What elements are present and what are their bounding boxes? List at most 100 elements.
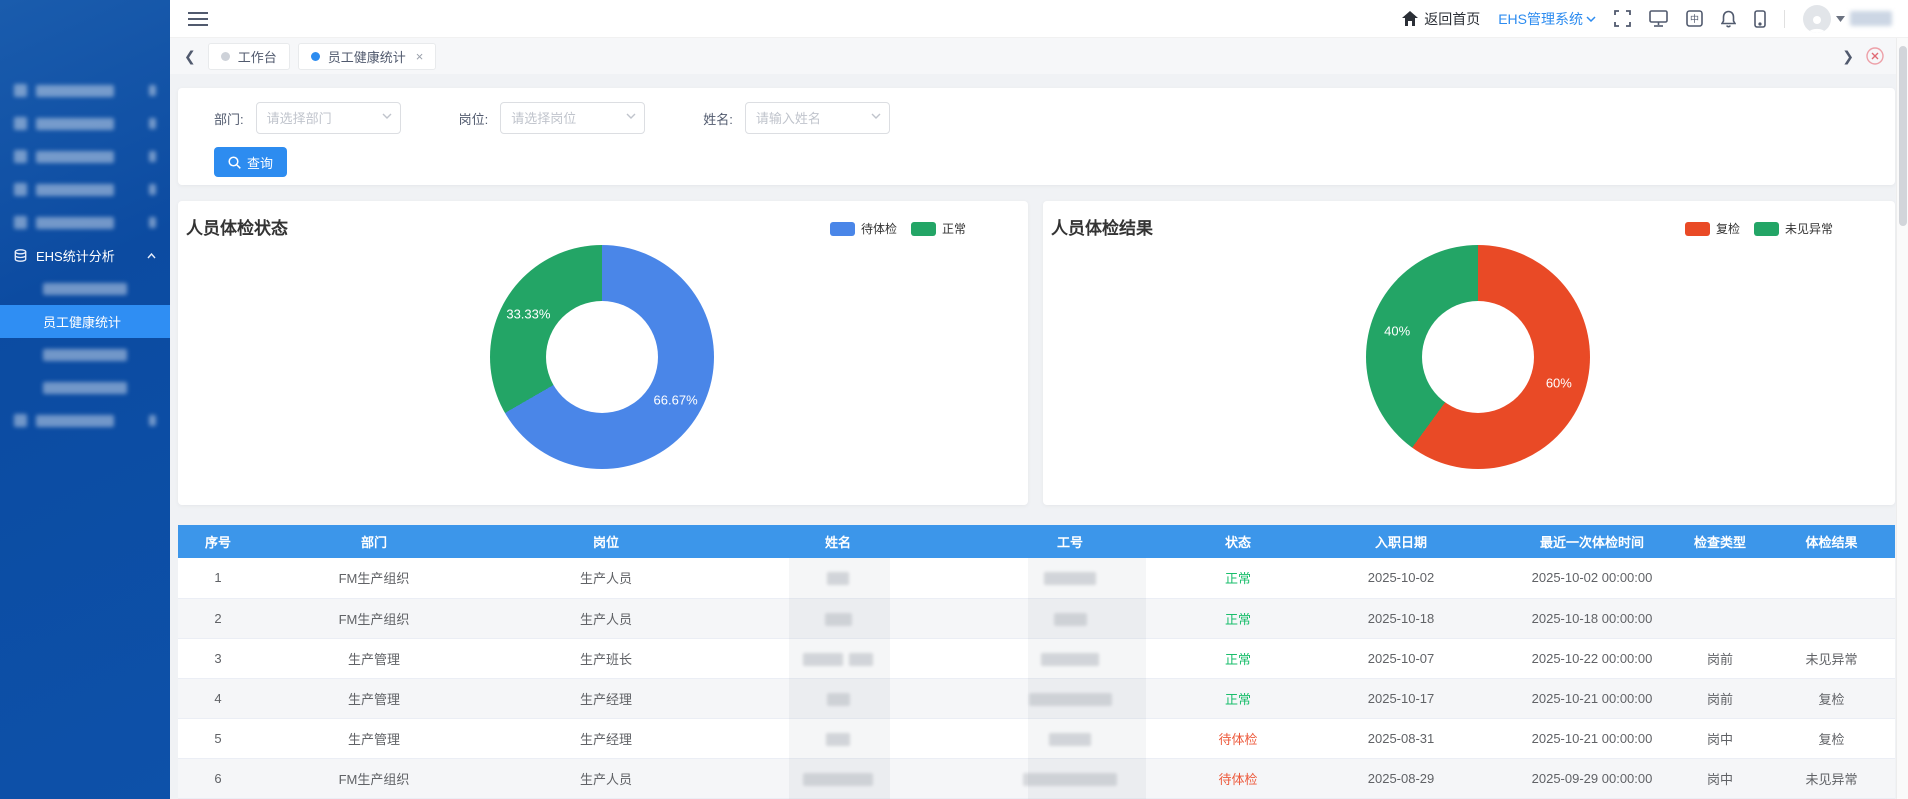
exam-result-donut[interactable]: 60%40% [1366, 245, 1590, 469]
sidebar-subitem-redacted[interactable] [0, 371, 170, 404]
chevron-redacted [149, 151, 156, 162]
cell-no: 4 [178, 678, 258, 718]
status-badge: 正常 [1225, 612, 1251, 627]
cell-exam-type [1672, 558, 1768, 598]
sidebar-subitem-redacted[interactable] [0, 272, 170, 305]
column-header: 岗位 [490, 525, 722, 558]
chevron-redacted [149, 85, 156, 96]
donut-slice-label: 40% [1384, 323, 1410, 338]
tab-close-icon[interactable]: × [416, 49, 424, 64]
fullscreen-icon[interactable] [1614, 10, 1631, 27]
cell-hire-date: 2025-10-02 [1290, 558, 1512, 598]
tab-employee-health-stats[interactable]: 员工健康统计 × [298, 43, 437, 70]
sidebar-group-label: EHS统计分析 [36, 246, 115, 265]
name-label: 姓名: [703, 109, 733, 128]
tabs-scroll-right-icon[interactable]: ❯ [1838, 48, 1858, 65]
monitor-icon[interactable] [1649, 10, 1668, 27]
cell-exam-type: 岗中 [1672, 718, 1768, 758]
chart-legend: 待体检正常 [830, 220, 966, 237]
name-input[interactable] [745, 102, 890, 134]
status-badge: 待体检 [1218, 772, 1257, 787]
cell-employee-id-redacted [954, 718, 1186, 758]
sidebar-item-redacted[interactable] [0, 107, 170, 140]
back-home-label: 返回首页 [1424, 9, 1480, 29]
donut-hole [546, 301, 658, 413]
post-select[interactable] [500, 102, 645, 134]
hamburger-icon[interactable] [188, 11, 208, 27]
svg-text:中: 中 [1690, 13, 1699, 24]
status-badge: 正常 [1225, 571, 1251, 586]
column-header: 体检结果 [1768, 525, 1895, 558]
legend-item[interactable]: 正常 [911, 220, 966, 237]
exam-status-donut[interactable]: 66.67%33.33% [490, 245, 714, 469]
sidebar-item-redacted[interactable] [0, 173, 170, 206]
cell-result: 未见异常 [1768, 758, 1895, 798]
sidebar-item-redacted[interactable] [0, 206, 170, 239]
redacted-employee-id [1054, 613, 1087, 626]
column-header: 姓名 [722, 525, 954, 558]
menu-icon-redacted [14, 150, 27, 163]
cell-name-redacted [722, 678, 954, 718]
exam-status-chart-card: 人员体检状态 待体检正常 66.67%33.33% [178, 201, 1028, 505]
cell-last-exam: 2025-10-22 00:00:00 [1512, 638, 1672, 678]
system-switcher[interactable]: EHS管理系统 [1498, 9, 1596, 29]
language-icon[interactable]: 中 [1686, 10, 1703, 27]
health-table: 序号部门岗位姓名工号状态入职日期最近一次体检时间检查类型体检结果 1FM生产组织… [178, 525, 1895, 799]
redacted-name [803, 653, 843, 666]
redacted-name [803, 773, 873, 786]
cell-hire-date: 2025-10-17 [1290, 678, 1512, 718]
redacted-employee-id [1023, 773, 1117, 786]
cell-dept: 生产管理 [258, 638, 490, 678]
tab-workbench[interactable]: 工作台 [208, 43, 290, 70]
cell-result [1768, 558, 1895, 598]
chevron-redacted [149, 118, 156, 129]
cell-name-redacted [722, 598, 954, 638]
tabs-scroll-left-icon[interactable]: ❮ [180, 48, 200, 65]
cell-last-exam: 2025-10-21 00:00:00 [1512, 718, 1672, 758]
dept-select[interactable] [256, 102, 401, 134]
back-home-link[interactable]: 返回首页 [1402, 9, 1480, 29]
sidebar-item-employee-health-stats[interactable]: 员工健康统计 [0, 305, 170, 338]
legend-item[interactable]: 未见异常 [1754, 220, 1833, 237]
redacted-employee-id [1044, 572, 1096, 585]
sidebar-subitem-redacted[interactable] [0, 338, 170, 371]
scrollbar-thumb[interactable] [1899, 46, 1907, 226]
search-button-label: 查询 [247, 153, 273, 172]
legend-item[interactable]: 复检 [1685, 220, 1740, 237]
table-row: 4生产管理生产经理正常2025-10-172025-10-21 00:00:00… [178, 678, 1895, 718]
cell-post: 生产班长 [490, 638, 722, 678]
search-button[interactable]: 查询 [214, 147, 287, 177]
user-menu[interactable] [1803, 5, 1892, 33]
dept-filter: 部门: [214, 102, 401, 134]
post-filter: 岗位: [459, 102, 646, 134]
cell-post: 生产经理 [490, 678, 722, 718]
sidebar-group-ehs-stats[interactable]: EHS统计分析 [0, 239, 170, 272]
bell-icon[interactable] [1721, 10, 1736, 28]
sidebar-item-redacted[interactable] [0, 140, 170, 173]
redacted-employee-id [1029, 693, 1112, 706]
table-row: 2FM生产组织生产人员正常2025-10-182025-10-18 00:00:… [178, 598, 1895, 638]
menu-icon-redacted [14, 84, 27, 97]
cell-employee-id-redacted [954, 558, 1186, 598]
cell-employee-id-redacted [954, 678, 1186, 718]
filter-panel: 部门: 岗位: 姓名: [178, 88, 1895, 185]
table-row: 1FM生产组织生产人员正常2025-10-022025-10-02 00:00:… [178, 558, 1895, 598]
table-row: 5生产管理生产经理待体检2025-08-312025-10-21 00:00:0… [178, 718, 1895, 758]
legend-item[interactable]: 待体检 [830, 220, 897, 237]
tab-label: 工作台 [238, 47, 277, 66]
cell-hire-date: 2025-08-31 [1290, 718, 1512, 758]
dept-label: 部门: [214, 109, 244, 128]
page-scrollbar[interactable] [1896, 38, 1908, 799]
menu-label-redacted [36, 415, 114, 427]
mobile-icon[interactable] [1754, 10, 1766, 28]
tab-status-dot [221, 52, 230, 61]
sidebar-item-redacted[interactable] [0, 74, 170, 107]
sidebar-item-redacted[interactable] [0, 404, 170, 437]
close-all-tabs-icon[interactable] [1866, 47, 1884, 65]
chevron-redacted [149, 217, 156, 228]
home-icon [1402, 11, 1418, 26]
health-table-grid: 序号部门岗位姓名工号状态入职日期最近一次体检时间检查类型体检结果 1FM生产组织… [178, 525, 1895, 799]
tab-label: 员工健康统计 [328, 47, 406, 66]
cell-last-exam: 2025-10-21 00:00:00 [1512, 678, 1672, 718]
donut-slice-label: 33.33% [506, 307, 550, 322]
